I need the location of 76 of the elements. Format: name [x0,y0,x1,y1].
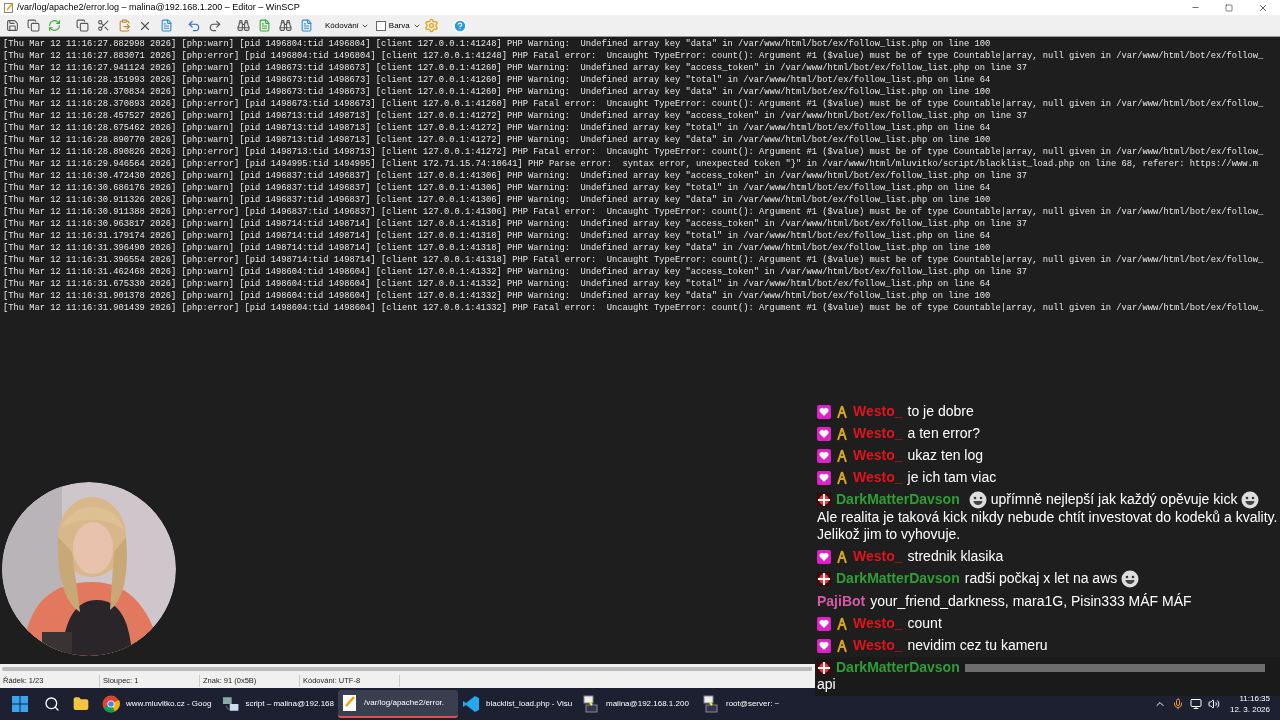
log-line: [Thu Mar 12 11:16:29.946564 2026] [php:error] [pid 1494995:tid 1494995] [client 172.71.15.74:10641] PHP Parse error: syntax error, unexpected token "}" in /var/www/html/mluvitko/script/blacklist_load.php on line 68, referer: https://www.m [3,158,1258,170]
chat-message: je ich tam viac [907,468,997,485]
log-line: [Thu Mar 12 11:16:28.457527 2026] [php:warn] [pid 1498713:tid 1498713] [client 127.0.0.1:41272] PHP Warning: Undefined array key "access_token" in /var/www/html/bot/ex/follow_list.php on line 37 [3,110,1027,122]
taskbar-item[interactable]: /var/log/apache2/error. [338,690,458,718]
log-line: [Thu Mar 12 11:16:27.883071 2026] [php:error] [pid 1496804:tid 1496804] [client 127.0.0.1:41248] PHP Fatal error: Uncaught TypeError: count(): Argument #1 ($value) must be of type Countable|array, null given in /var/www/html/bot/ex/follow_ [3,50,1264,62]
taskbar-item[interactable]: malina@192.168.1.200 [578,690,698,718]
chat-message: strednik klasika [907,547,1004,564]
chat-message: nevidim cez tu kameru [907,637,1048,654]
microphone-icon[interactable] [1171,698,1184,710]
heart-badge-icon [817,639,831,654]
taskbar-item[interactable]: root@server: ~ [698,690,818,718]
chat-message: to je dobre [907,402,974,419]
log-line: [Thu Mar 12 11:16:27.882998 2026] [php:warn] [pid 1496804:tid 1496804] [client 127.0.0.1:41248] PHP Warning: Undefined array key "data" in /var/www/html/bot/ex/follow_list.php on line 100 [3,38,991,50]
chat-username[interactable]: Westo_ [853,446,903,463]
code-editor-icon [462,695,480,713]
log-line: [Thu Mar 12 11:16:30.911326 2026] [php:warn] [pid 1496837:tid 1496837] [client 127.0.0.1:41306] PHP Warning: Undefined array key "data" in /var/www/html/bot/ex/follow_list.php on line 100 [3,194,991,206]
maximize-icon [1225,3,1233,12]
close-icon [1258,2,1268,13]
grinning-emote-icon [968,490,987,509]
horizontal-scrollbar[interactable] [0,664,812,674]
notepad-icon [342,694,358,712]
taskbar-item[interactable]: www.mluvitko.cz - Goog [98,690,218,718]
encoding-menu[interactable]: Kódování [325,19,369,32]
color-checkbox[interactable]: Barva [375,19,421,32]
log-line: [Thu Mar 12 11:16:31.179174 2026] [php:warn] [pid 1498714:tid 1498714] [client 127.0.0.1:41318] PHP Warning: Undefined array key "total" in /var/www/html/bot/ex/follow_list.php on line 64 [3,230,991,242]
log-line: [Thu Mar 12 11:16:31.901439 2026] [php:error] [pid 1498604:tid 1498604] [client 127.0.0.1:41332] PHP Fatal error: Uncaught TypeError: count(): Argument #1 ($value) must be of type Countable|array, null given in /var/www/html/bot/ex/follow_ [3,302,1264,314]
terminal-computers-icon [702,695,720,713]
chat-username[interactable]: Westo_ [853,402,903,419]
log-line: [Thu Mar 12 11:16:28.890770 2026] [php:warn] [pid 1498713:tid 1498713] [client 127.0.0.1:41272] PHP Warning: Undefined array key "data" in /var/www/html/bot/ex/follow_list.php on line 100 [3,134,991,146]
chat-message: radši počkaj x let na aws [964,569,1118,586]
chat-message: Ale realita je taková kick nikdy nebude chtít investovat do kodeků a kvality. Jelikož jim to vyhovuje. [817,508,1278,542]
log-line: [Thu Mar 12 11:16:31.675330 2026] [php:warn] [pid 1498604:tid 1498604] [client 127.0.0.1:41332] PHP Warning: Undefined array key "total" in /var/www/html/bot/ex/follow_list.php on line 64 [3,278,991,290]
chat-username[interactable]: DarkMatterDavson [836,490,960,507]
checkbox[interactable] [375,20,386,31]
chat-message: your_friend_darkness, mara1G, Pisin333 MÁF MÁF [870,593,1192,610]
chat-username[interactable]: DarkMatterDavson [836,659,960,676]
display-icon[interactable] [1189,698,1202,710]
heart-badge-icon [817,550,831,565]
log-line: [Thu Mar 12 11:16:30.686176 2026] [php:warn] [pid 1496837:tid 1496837] [client 127.0.0.1:41306] PHP Warning: Undefined array key "total" in /var/www/html/bot/ex/follow_list.php on line 64 [3,182,991,194]
taskbar-item[interactable]: blacklist_load.php - Visu [458,690,578,718]
log-line: [Thu Mar 12 11:16:31.396490 2026] [php:warn] [pid 1498714:tid 1498714] [client 127.0.0.1:41318] PHP Warning: Undefined array key "data" in /var/www/html/bot/ex/follow_list.php on line 100 [3,242,991,254]
taskbar-item[interactable]: script – malina@192.168 [218,690,338,718]
clock-date: 12. 3. 2026 [1229,704,1270,715]
chat-username[interactable]: Westo_ [853,637,903,654]
log-line: [Thu Mar 12 11:16:30.472430 2026] [php:warn] [pid 1496837:tid 1496837] [client 127.0.0.1:41306] PHP Warning: Undefined array key "access_token" in /var/www/html/bot/ex/follow_list.php on line 37 [3,170,1027,182]
log-line: [Thu Mar 12 11:16:28.151993 2026] [php:warn] [pid 1498673:tid 1498673] [client 127.0.0.1:41260] PHP Warning: Undefined array key "total" in /var/www/html/bot/ex/follow_list.php on line 64 [3,74,991,86]
chat-message: count [907,615,942,632]
grinning-emote-icon [1241,490,1260,509]
log-line: [Thu Mar 12 11:16:31.396554 2026] [php:error] [pid 1498714:tid 1498714] [client 127.0.0.1:41318] PHP Fatal error: Uncaught TypeError: count(): Argument #1 ($value) must be of type Countable|array, null given in /var/www/html/bot/ex/follow_ [3,254,1264,266]
log-line: [Thu Mar 12 11:16:27.941124 2026] [php:warn] [pid 1498673:tid 1498673] [client 127.0.0.1:41260] PHP Warning: Undefined array key "access_token" in /var/www/html/bot/ex/follow_list.php on line 37 [3,62,1027,74]
log-line: [Thu Mar 12 11:16:30.911388 2026] [php:error] [pid 1496837:tid 1496837] [client 127.0.0.1:41306] PHP Fatal error: Uncaught TypeError: count(): Argument #1 ($value) must be of type Countable|array, null given in /var/www/html/bot/ex/follow_ [3,206,1264,218]
chat-message: a ten error? [907,424,980,441]
chat-username[interactable]: PajiBot [817,593,866,610]
chat-username[interactable]: Westo_ [853,468,903,485]
computers-icon [222,695,240,713]
chat-username[interactable]: Westo_ [853,615,903,632]
log-line: [Thu Mar 12 11:16:31.462468 2026] [php:warn] [pid 1498604:tid 1498604] [client 127.0.0.1:41332] PHP Warning: Undefined array key "access_token" in /var/www/html/bot/ex/follow_list.php on line 37 [3,266,1027,278]
log-line: [Thu Mar 12 11:16:28.675462 2026] [php:warn] [pid 1498713:tid 1498713] [client 127.0.0.1:41272] PHP Warning: Undefined array key "total" in /var/www/html/bot/ex/follow_list.php on line 64 [3,122,991,134]
chat-username[interactable]: DarkMatterDavson [836,569,960,586]
terminal-computers-icon [582,695,600,713]
log-line: [Thu Mar 12 11:16:28.890826 2026] [php:error] [pid 1498713:tid 1498713] [client 127.0.0.1:41272] PHP Fatal error: Uncaught TypeError: count(): Argument #1 ($value) must be of type Countable|array, null given in /var/www/html/bot/ex/follow_ [3,146,1264,158]
chat-message: api [817,676,837,694]
chat-username[interactable]: Westo_ [853,424,903,441]
heart-badge-icon [817,617,831,632]
volume-icon[interactable] [1207,698,1220,710]
window-title: /var/log/apache2/error.log – malina@192.168.1.200 – Editor – WinSCP [17,0,300,14]
log-line: [Thu Mar 12 11:16:28.370834 2026] [php:warn] [pid 1498673:tid 1498673] [client 127.0.0.1:41260] PHP Warning: Undefined array key "data" in /var/www/html/bot/ex/follow_list.php on line 100 [3,86,991,98]
chat-message: ukaz ten log [907,446,984,463]
log-line: [Thu Mar 12 11:16:31.901378 2026] [php:warn] [pid 1498604:tid 1498604] [client 127.0.0.1:41332] PHP Warning: Undefined array key "data" in /var/www/html/bot/ex/follow_list.php on line 100 [3,290,991,302]
clock-time: 11:16:35 [1239,693,1270,704]
chat-message: upřímně nejlepší jak každý opěvuje kick [990,490,1238,507]
log-line: [Thu Mar 12 11:16:30.963817 2026] [php:warn] [pid 1498714:tid 1498714] [client 127.0.0.1:41318] PHP Warning: Undefined array key "access_token" in /var/www/html/bot/ex/follow_list.php on line 37 [3,218,1027,230]
log-line: [Thu Mar 12 11:16:28.370893 2026] [php:error] [pid 1498673:tid 1498673] [client 127.0.0.1:41260] PHP Fatal error: Uncaught TypeError: count(): Argument #1 ($value) must be of type Countable|array, null given in /var/www/html/bot/ex/follow_ [3,98,1264,110]
chat-username[interactable]: Westo_ [853,547,903,564]
grinning-emote-icon [1121,570,1140,589]
browser-icon [102,695,120,713]
